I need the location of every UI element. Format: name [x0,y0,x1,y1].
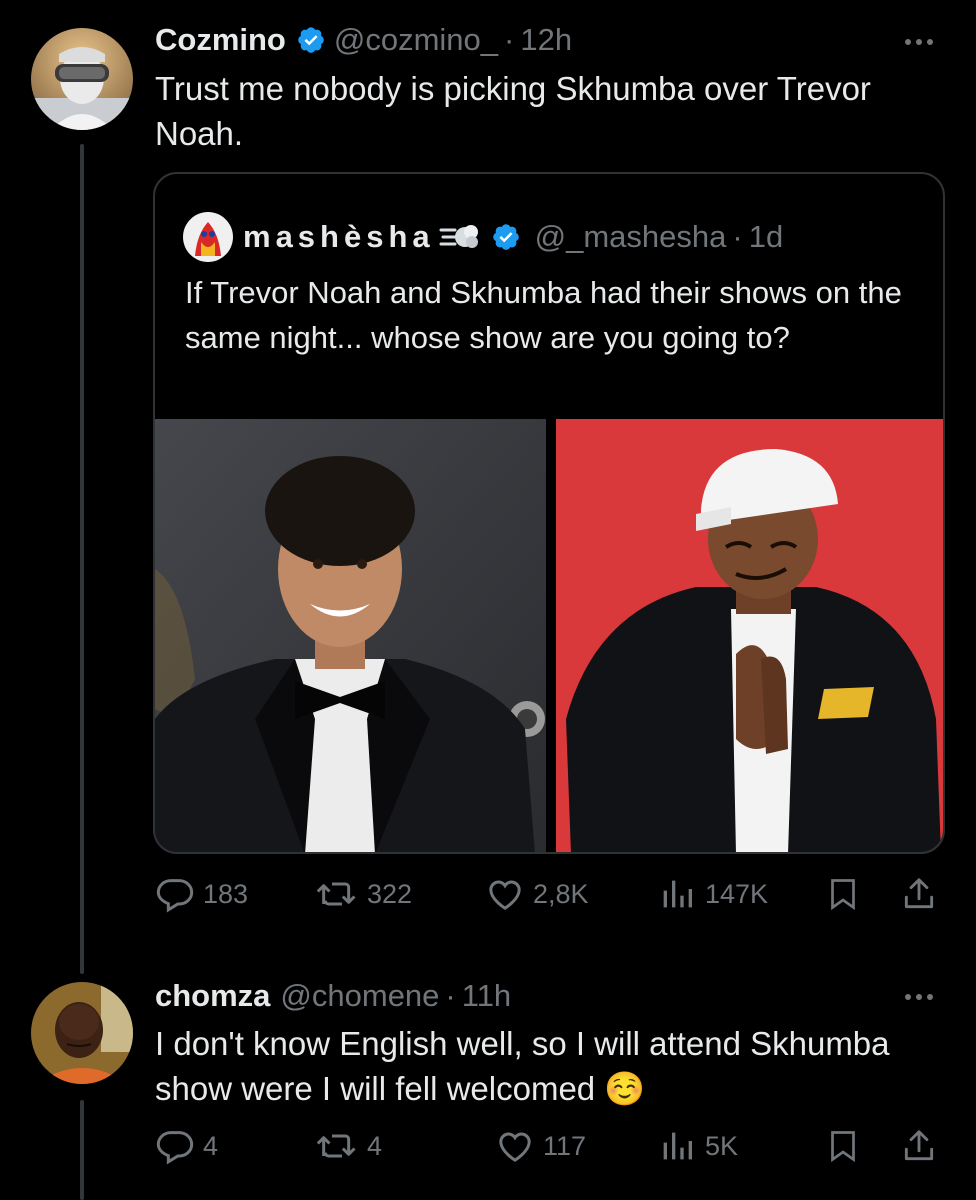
avatar-chomza[interactable] [31,982,133,1084]
quote-text: If Trevor Noah and Skhumba had their sho… [185,275,902,355]
tweet-time[interactable]: 12h [520,20,572,60]
bookmark-icon [825,874,861,914]
smiling-emoji: ☺️ [604,1069,646,1108]
reply-button[interactable]: 183 [155,870,248,918]
author-handle[interactable]: @cozmino_ [334,20,498,60]
tweet-text-body: I don't know English well, so I will att… [155,1025,890,1107]
reply-count: 4 [203,1130,219,1161]
more-icon[interactable] [905,39,933,45]
views-button[interactable]: 5K [657,1122,738,1170]
verified-badge-icon [296,25,326,55]
author-name[interactable]: Cozmino [155,20,286,60]
action-bar: 183 322 2,8K 147K [155,870,940,918]
like-button[interactable]: 117 [495,1122,586,1170]
skhumba-photo[interactable] [556,419,943,852]
quote-author-handle[interactable]: @_mashesha [535,217,727,257]
share-button[interactable] [900,1122,938,1170]
verified-badge-icon [491,222,521,252]
tweet-time[interactable]: 11h [462,976,511,1016]
share-icon [900,1126,938,1166]
reply-icon [155,1126,195,1166]
like-icon [485,874,525,914]
action-bar: 4 4 117 5K [155,1122,940,1170]
quoted-tweet[interactable]: mashèsha @_mashesha · 1d If Trevor Noah … [153,172,945,854]
retweet-button[interactable]: 322 [315,870,412,918]
thread-line-lower [80,1100,84,1200]
trevor-noah-photo[interactable] [155,419,546,852]
bookmark-button[interactable] [825,870,861,918]
retweet-count: 322 [367,878,413,909]
retweet-icon [315,1126,359,1166]
like-icon [495,1126,535,1166]
share-icon [900,874,938,914]
quote-author-name[interactable]: mashèsha [243,217,435,257]
avatar-cozmino[interactable] [31,28,133,130]
author-name[interactable]: chomza [155,976,270,1016]
like-count: 117 [543,1130,587,1161]
quote-time[interactable]: 1d [749,217,783,257]
bookmark-icon [825,1126,861,1166]
thread-line [80,144,84,974]
retweet-icon [315,874,359,914]
avatar-mashesha [183,212,233,262]
meta-separator: · [504,22,515,57]
retweet-count: 4 [367,1130,383,1161]
views-button[interactable]: 147K [657,870,768,918]
more-icon[interactable] [905,994,933,1000]
reply-count: 183 [203,878,249,909]
reply-button[interactable]: 4 [155,1122,218,1170]
like-count: 2,8K [533,878,589,909]
like-button[interactable]: 2,8K [485,870,589,918]
reply-icon [155,874,195,914]
tweet-text: Trust me nobody is picking Skhumba over … [155,70,871,152]
dash-emoji-icon [439,221,481,253]
retweet-button[interactable]: 4 [315,1122,382,1170]
views-count: 5K [705,1130,739,1161]
bookmark-button[interactable] [825,1122,861,1170]
views-icon [657,1126,697,1166]
share-button[interactable] [900,870,938,918]
meta-separator: · [732,219,743,254]
views-count: 147K [705,878,769,909]
meta-separator: · [445,978,456,1013]
views-icon [657,874,697,914]
tweet-text: I don't know English well, so I will att… [155,1021,895,1111]
author-handle[interactable]: @chomene [280,976,439,1016]
